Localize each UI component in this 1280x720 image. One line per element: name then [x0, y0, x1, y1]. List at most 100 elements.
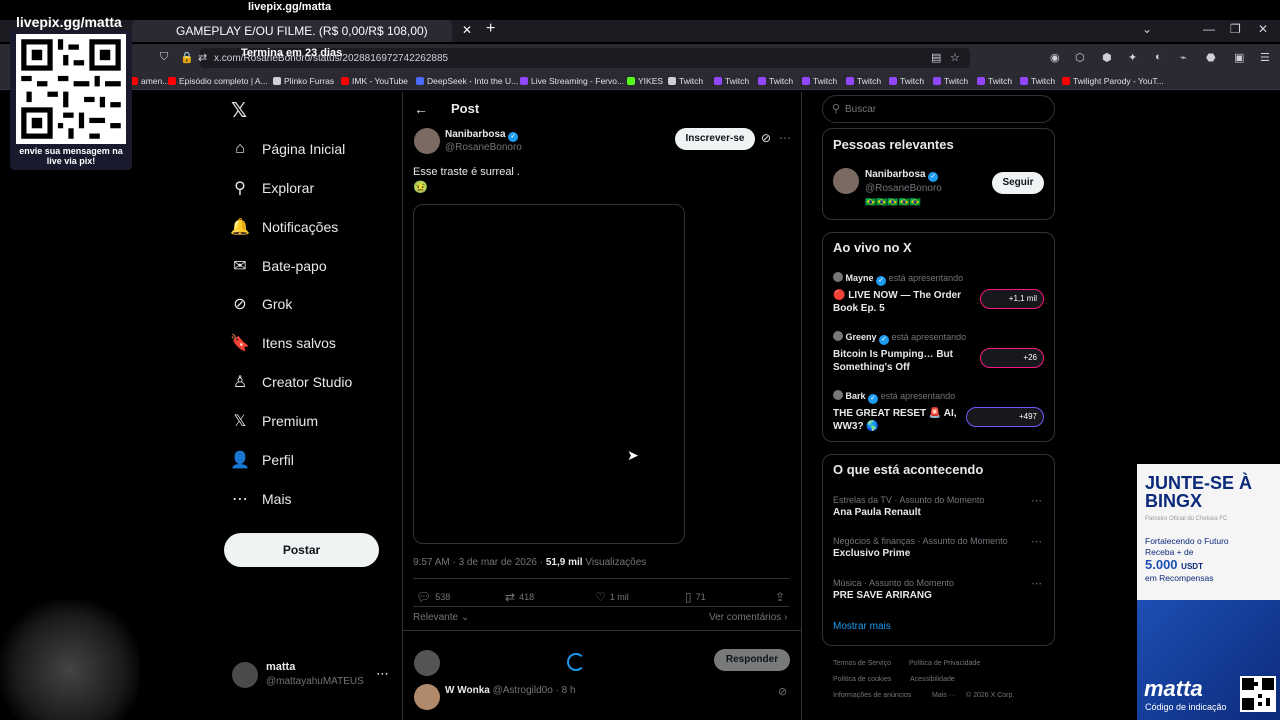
subscribe-button[interactable]: Inscrever-se [675, 128, 755, 150]
tab-close-icon[interactable]: ✕ [462, 23, 472, 37]
bookmark-item[interactable]: Twilight Parody - YouT... [1062, 76, 1164, 86]
trend-name[interactable]: PRE SAVE ARIRANG [833, 590, 932, 601]
ad-logo: matta [1144, 676, 1203, 701]
live-title-item[interactable]: 🔴 LIVE NOW — The Order Book Ep. 5 [833, 289, 968, 315]
puzzle-icon[interactable]: ✦ [1128, 51, 1137, 64]
shield-icon[interactable]: ⛉ [160, 51, 168, 64]
relevant-avatar[interactable] [833, 168, 859, 194]
extension-icon-6[interactable]: ▣ [1234, 51, 1244, 64]
extension-icon-4[interactable]: ◐ [1155, 51, 1162, 63]
post-more-icon[interactable]: ⋯ [779, 131, 791, 145]
bookmark-item[interactable]: Twitch [802, 76, 837, 86]
trend-more-icon[interactable]: ⋯ [1031, 494, 1042, 507]
footer-link[interactable]: Política de Privacidade [909, 660, 980, 667]
bookmark-item[interactable]: Plinko Furras [273, 76, 334, 86]
footer-link[interactable]: Política de cookies [833, 676, 891, 683]
nav-item[interactable]: ⊘ Grok [230, 292, 292, 316]
nav-item[interactable]: ⋯ Mais [230, 487, 292, 511]
loading-spinner-icon [567, 653, 585, 671]
share-stat[interactable]: ⇪ [775, 590, 785, 604]
author-handle[interactable]: @RosaneBonoro [445, 142, 522, 153]
footer-link[interactable]: Informações de anúncios [833, 692, 911, 699]
nav-item[interactable]: ♙ Creator Studio [230, 370, 352, 394]
trend-more-icon[interactable]: ⋯ [1031, 535, 1042, 548]
extension-icon-3[interactable]: ⬢ [1102, 51, 1112, 64]
x-logo-icon[interactable]: 𝕏 [231, 98, 247, 123]
extension-icon-5[interactable]: ⌁ [1180, 51, 1187, 64]
live-title-item[interactable]: THE GREAT RESET 🚨 AI, WW3? 🌎 [833, 407, 968, 433]
live-listeners-pill[interactable]: +1,1 mil [980, 289, 1044, 309]
live-host[interactable]: Bark ✓ está apresentando [833, 390, 955, 404]
nav-item[interactable]: 🔖 Itens salvos [230, 331, 336, 355]
nav-item[interactable]: 👤 Perfil [230, 448, 294, 472]
extension-icon-2[interactable]: ⬡ [1075, 51, 1085, 64]
search-input[interactable]: ⚲ Buscar [822, 95, 1055, 123]
star-icon[interactable]: ☆ [950, 51, 960, 64]
footer-link[interactable]: Termos de Serviço [833, 660, 891, 667]
grok-icon[interactable]: ⊘ [761, 131, 771, 145]
minimize-icon[interactable]: — [1203, 22, 1215, 36]
sort-dropdown[interactable]: Relevante ⌄ [413, 612, 469, 623]
bookmark-item[interactable]: Twitch [889, 76, 924, 86]
nav-item[interactable]: ⌂ Página Inicial [230, 137, 345, 161]
reply-stat[interactable]: 💬︎ 538 [416, 590, 450, 604]
bookmark-item[interactable]: Twitch [933, 76, 968, 86]
bookmark-item[interactable]: Twitch [1020, 76, 1055, 86]
nav-item[interactable]: 🔔 Notificações [230, 215, 338, 239]
adblock-icon[interactable]: ⬣ [1206, 51, 1216, 64]
menu-icon[interactable]: ☰ [1260, 51, 1270, 64]
new-tab-icon[interactable]: + [486, 20, 495, 38]
trend-name[interactable]: Ana Paula Renault [833, 507, 921, 518]
bookmark-stat[interactable]: ▯ 71 [685, 590, 706, 604]
nav-item[interactable]: ✉ Bate-papo [230, 254, 326, 278]
like-stat[interactable]: ♡ 1 mil [595, 590, 629, 604]
bookmark-item[interactable]: Live Streaming - Fervo... [520, 76, 624, 86]
bookmark-item[interactable]: Twitch [846, 76, 881, 86]
bookmark-item[interactable]: Twitch [758, 76, 793, 86]
bookmark-item[interactable]: Twitch [977, 76, 1012, 86]
bookmark-item[interactable]: IMK - YouTube [341, 76, 408, 86]
view-comments-link[interactable]: Ver comentários › [709, 612, 787, 623]
bookmark-favicon-icon [627, 77, 635, 85]
active-tab[interactable]: GAMEPLAY E/OU FILME. (R$ 0,00/R$ 108,00) [132, 20, 452, 42]
follow-button[interactable]: Seguir [992, 172, 1044, 194]
comment-avatar[interactable] [414, 684, 440, 710]
live-host[interactable]: Greeny ✓ está apresentando [833, 331, 966, 345]
bookmark-item[interactable]: Episódio completo | A... [168, 76, 268, 86]
reader-icon[interactable]: ▤ [931, 51, 941, 64]
trend-category: Estrelas da TV · Assunto do Momento [833, 495, 985, 505]
live-listeners-pill[interactable]: +497 [966, 407, 1044, 427]
post-button[interactable]: Postar [224, 533, 379, 567]
comment-author[interactable]: W Wonka [445, 685, 490, 696]
author-avatar[interactable] [414, 128, 440, 154]
footer-link[interactable]: Acessibilidade [910, 676, 955, 683]
nav-item[interactable]: 𝕏 Premium [230, 409, 318, 433]
bookmark-item[interactable]: DeepSeek - Into the U... [416, 76, 518, 86]
comment-grok-icon[interactable]: ⊘ [778, 685, 787, 698]
footer-link[interactable]: © 2026 X Corp. [966, 692, 1014, 699]
extension-icon-1[interactable]: ◉ [1050, 51, 1060, 64]
repost-stat[interactable]: ⇄ 418 [505, 590, 534, 604]
back-arrow-icon[interactable]: ← [414, 101, 428, 117]
bookmark-item[interactable]: amen... [130, 76, 169, 86]
footer-link[interactable]: Mais ··· [932, 692, 956, 699]
bookmark-item[interactable]: Twitch [668, 76, 703, 86]
nav-item[interactable]: ⚲ Explorar [230, 176, 314, 200]
post-media[interactable] [413, 204, 685, 544]
maximize-icon[interactable]: ❐ [1230, 22, 1241, 36]
trend-more-icon[interactable]: ⋯ [1031, 577, 1042, 590]
relevant-name[interactable]: Nanibarbosa ✓ [865, 169, 939, 182]
live-title-item[interactable]: Bitcoin Is Pumping… But Something's Off [833, 348, 968, 374]
show-more-link[interactable]: Mostrar mais [833, 621, 891, 632]
trend-name[interactable]: Exclusivo Prime [833, 548, 910, 559]
reply-button[interactable]: Responder [714, 649, 790, 671]
more-icon[interactable]: ⋯ [376, 666, 389, 682]
author-name[interactable]: Nanibarbosa ✓ [445, 129, 519, 142]
permissions-icon[interactable]: ⇄ [198, 51, 207, 64]
tab-list-icon[interactable]: ⌄ [1142, 22, 1152, 36]
window-close-icon[interactable]: ✕ [1258, 22, 1268, 36]
bookmark-item[interactable]: YIKES [627, 76, 663, 86]
bookmark-item[interactable]: Twitch [714, 76, 749, 86]
live-host[interactable]: Mayne ✓ está apresentando [833, 272, 963, 286]
live-listeners-pill[interactable]: +26 [980, 348, 1044, 368]
